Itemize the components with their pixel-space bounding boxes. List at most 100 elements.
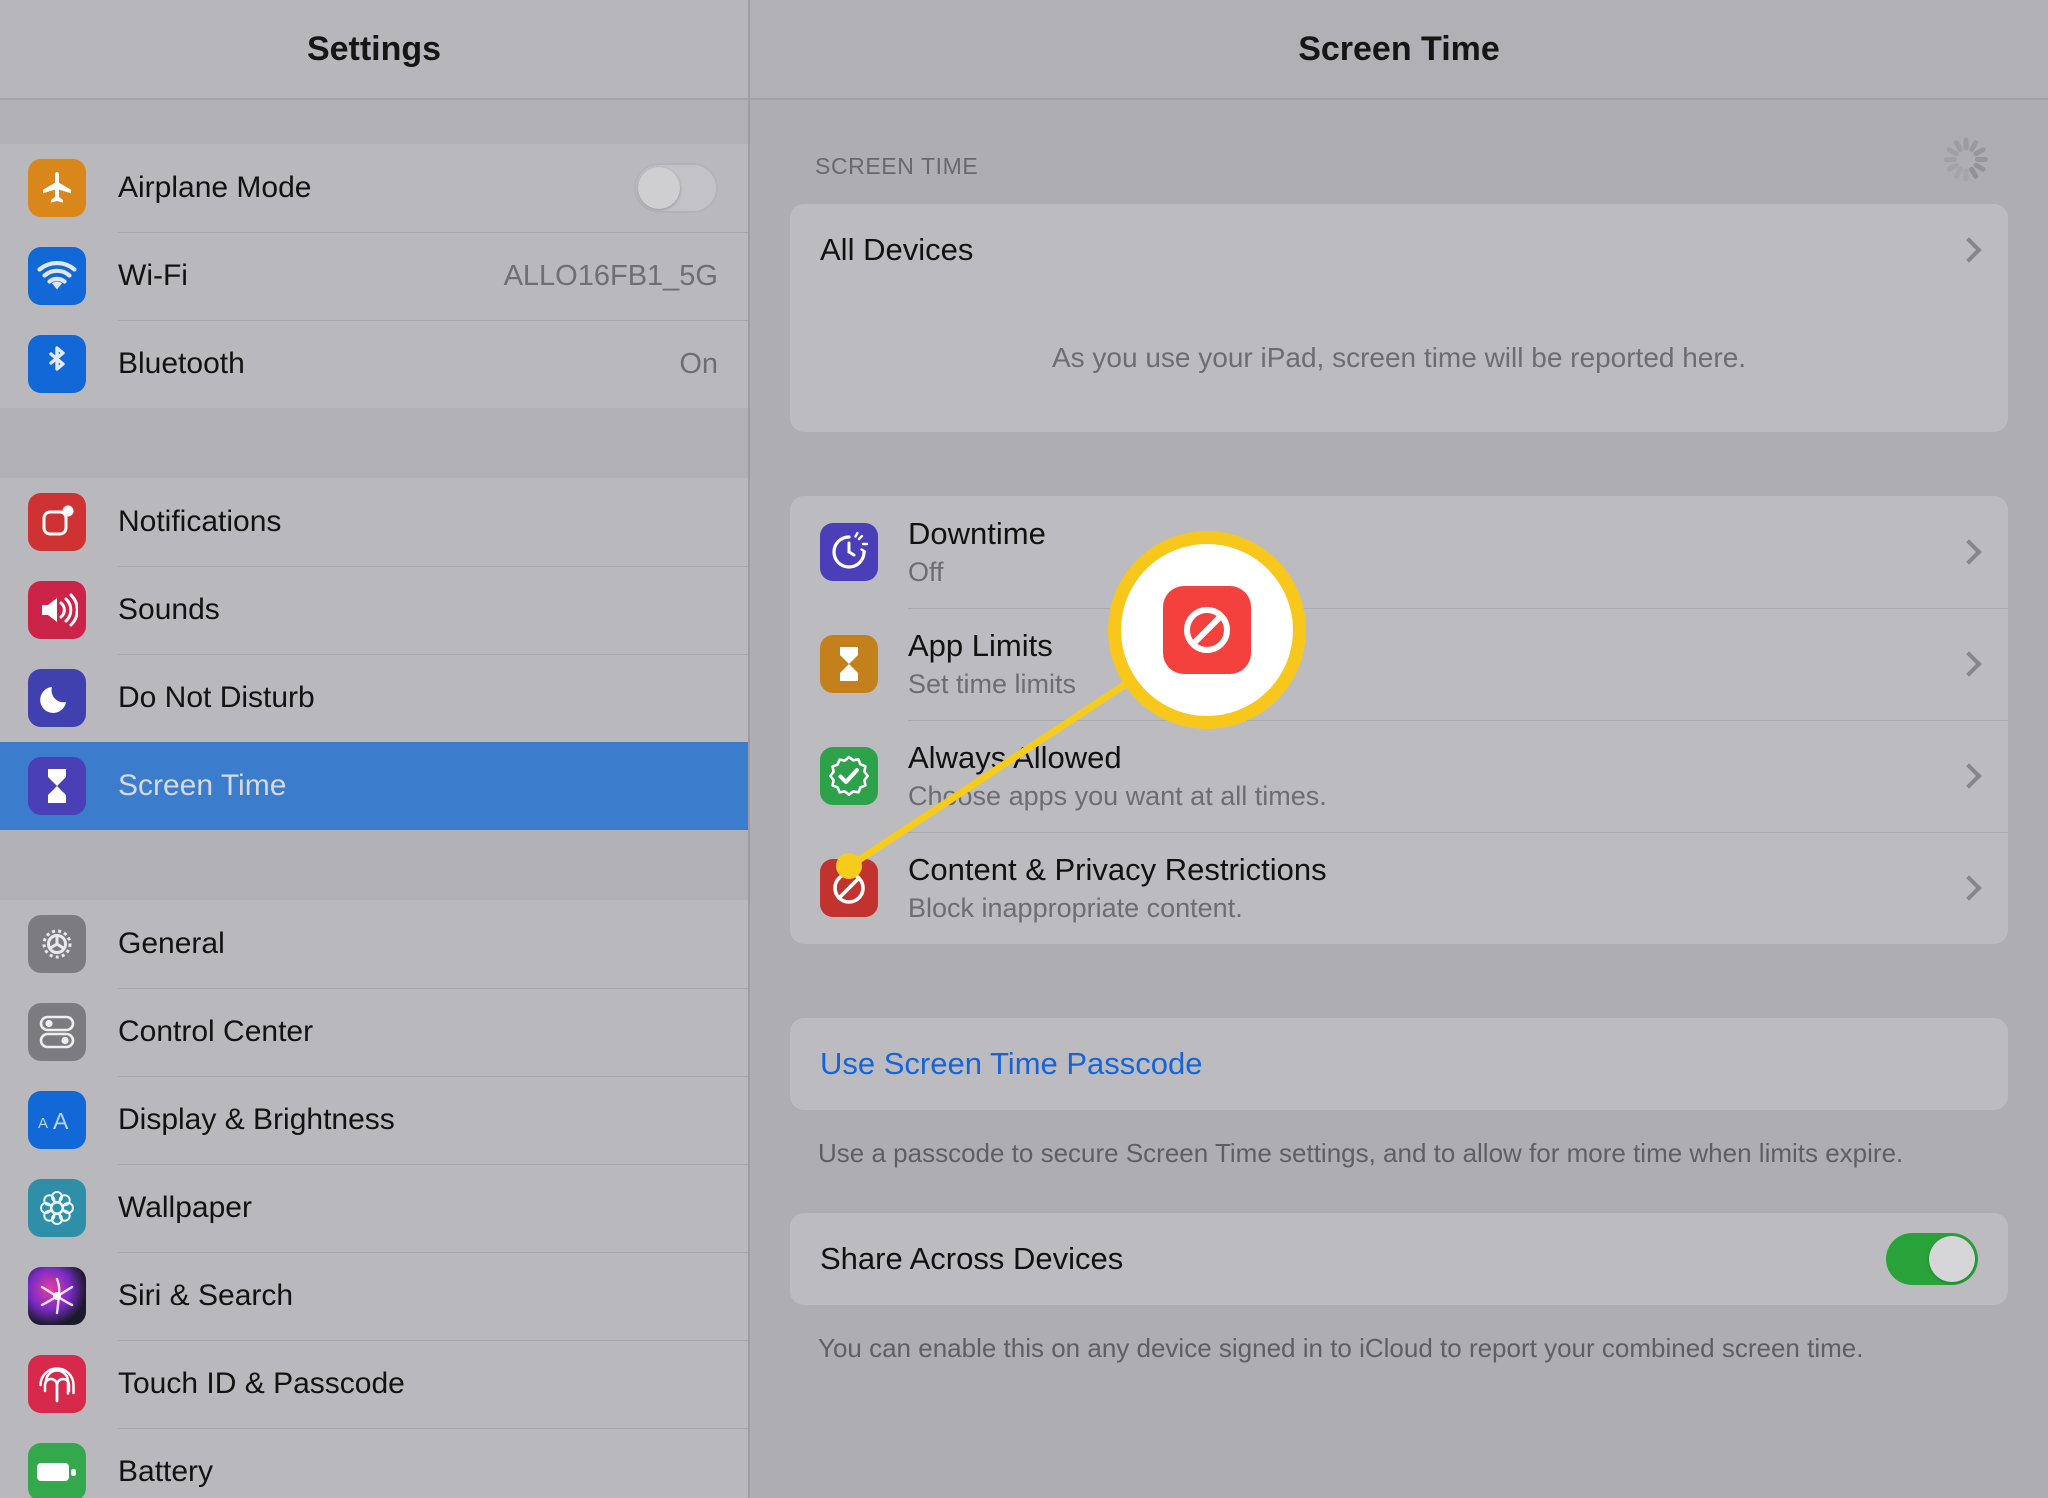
sidebar-item-label: Bluetooth — [118, 347, 245, 380]
share-across-devices-row[interactable]: Share Across Devices — [790, 1213, 2008, 1305]
spinner-spoke — [1963, 137, 1969, 151]
chevron-right-icon — [1956, 763, 1982, 789]
sidebar-item-wi-fi[interactable]: Wi-Fi ALLO16FB1_5G — [0, 232, 748, 320]
gear-icon — [28, 915, 86, 973]
feature-text: Always Allowed Choose apps you want at al… — [908, 740, 1327, 812]
feature-text: Downtime Off — [908, 516, 1046, 588]
spacer-passcode — [790, 944, 2008, 1018]
sidebar-item-general[interactable]: General — [0, 900, 748, 988]
chevron-right-icon — [1956, 651, 1982, 677]
feature-text: Content & Privacy Restrictions Block inap… — [908, 852, 1327, 924]
chevron-right-icon — [1956, 237, 1982, 263]
feature-title: Always Allowed — [908, 740, 1122, 776]
svg-text:A: A — [53, 1108, 69, 1134]
empty-state-note: As you use your iPad, screen time will b… — [1051, 342, 1747, 373]
feature-subtitle: Off — [908, 556, 944, 587]
spinner-spoke — [1963, 168, 1969, 182]
passcode-note: Use a passcode to secure Screen Time set… — [818, 1138, 1904, 1168]
downtime-icon — [820, 523, 878, 581]
sidebar-item-label: Screen Time — [118, 769, 287, 802]
page-title: Screen Time — [1298, 29, 1500, 68]
spinner-spoke — [1975, 157, 1988, 162]
sidebar-item-label: General — [118, 927, 225, 960]
sidebar-group-0: Airplane Mode Wi-Fi ALLO16FB1_5G Bluetooth O… — [0, 144, 748, 408]
chevron-right-icon — [1956, 875, 1982, 901]
share-across-devices-label: Share Across Devices — [820, 1241, 1124, 1277]
sidebar-item-battery[interactable]: Battery — [0, 1428, 748, 1498]
siri-icon — [28, 1267, 86, 1325]
section-header-label: SCREEN TIME — [815, 152, 979, 179]
sidebar-item-label: Touch ID & Passcode — [118, 1367, 405, 1400]
main-body: SCREEN TIME All Devices As you use your … — [750, 100, 2048, 1366]
sidebar-header: Settings — [0, 0, 748, 100]
use-screen-time-passcode-row[interactable]: Use Screen Time Passcode — [790, 1018, 2008, 1110]
moon-icon — [28, 669, 86, 727]
spinner-spoke — [1944, 157, 1957, 162]
feature-row-content-privacy-restrictions[interactable]: Content & Privacy Restrictions Block inap… — [790, 832, 2008, 944]
svg-text:A: A — [38, 1115, 48, 1132]
feature-subtitle: Set time limits — [908, 668, 1077, 699]
sidebar-item-screen-time[interactable]: Screen Time — [0, 742, 748, 830]
feature-title: Content & Privacy Restrictions — [908, 852, 1327, 888]
sidebar-item-wallpaper[interactable]: Wallpaper — [0, 1164, 748, 1252]
passcode-card: Use Screen Time Passcode — [790, 1018, 2008, 1110]
settings-sidebar: Settings Airplane Mode Wi-Fi ALLO16FB1_5G B… — [0, 0, 750, 1498]
spacer-features — [790, 432, 2008, 496]
sidebar-groups: Airplane Mode Wi-Fi ALLO16FB1_5G Bluetooth O… — [0, 144, 748, 1498]
sidebar-item-do-not-disturb[interactable]: Do Not Disturb — [0, 654, 748, 742]
sidebar-item-display-brightness[interactable]: A A Display & Brightness — [0, 1076, 748, 1164]
spacer-share — [790, 1171, 2008, 1213]
toggle-knob — [1929, 1236, 1975, 1283]
screen-time-features-card: Downtime Off App Limits Set time limits Alwa… — [790, 496, 2008, 944]
wallpaper-icon — [28, 1179, 86, 1237]
all-devices-row[interactable]: All Devices — [790, 204, 2008, 296]
share-across-devices-toggle[interactable] — [1886, 1233, 1978, 1286]
sidebar-item-label: Display & Brightness — [118, 1103, 395, 1136]
sidebar-item-label: Airplane Mode — [118, 171, 312, 204]
notifications-icon — [28, 493, 86, 551]
feature-subtitle: Block inappropriate content. — [908, 892, 1243, 923]
sidebar-item-label: Wallpaper — [118, 1191, 252, 1224]
feature-row-app-limits[interactable]: App Limits Set time limits — [790, 608, 2008, 720]
feature-row-always-allowed[interactable]: Always Allowed Choose apps you want at al… — [790, 720, 2008, 832]
sidebar-item-label: Battery — [118, 1455, 214, 1488]
sidebar-item-touch-id-passcode[interactable]: Touch ID & Passcode — [0, 1340, 748, 1428]
sidebar-item-label: Siri & Search — [118, 1279, 294, 1312]
share-across-devices-card: Share Across Devices — [790, 1213, 2008, 1306]
fingerprint-icon — [28, 1355, 86, 1413]
app-limits-icon — [820, 635, 878, 693]
feature-row-downtime[interactable]: Downtime Off — [790, 496, 2008, 608]
all-devices-card: All Devices As you use your iPad, screen… — [790, 204, 2008, 432]
sidebar-item-control-center[interactable]: Control Center — [0, 988, 748, 1076]
sidebar-title: Settings — [306, 29, 442, 68]
sidebar-group-2: General Control Center A A Display & Brightn… — [0, 900, 748, 1498]
sidebar-group-separator — [0, 408, 748, 478]
airplane-mode-toggle[interactable] — [634, 163, 718, 213]
sounds-icon — [28, 581, 86, 639]
sidebar-item-bluetooth[interactable]: Bluetooth On — [0, 320, 748, 408]
sidebar-item-airplane-mode[interactable]: Airplane Mode — [0, 144, 748, 232]
toggle-knob — [638, 167, 680, 209]
control-center-icon — [28, 1003, 86, 1061]
loading-spinner-icon — [1942, 137, 1990, 190]
sidebar-item-sounds[interactable]: Sounds — [0, 566, 748, 654]
sidebar-item-notifications[interactable]: Notifications — [0, 478, 748, 566]
battery-icon — [28, 1443, 86, 1498]
screen-time-pane: Screen Time SCREEN TIME All Devices As y… — [750, 0, 2048, 1498]
feature-title: App Limits — [908, 628, 1053, 664]
sidebar-item-label: Do Not Disturb — [118, 681, 315, 714]
all-devices-label: All Devices — [820, 232, 974, 267]
sidebar-group-1: Notifications Sounds Do Not Disturb Screen … — [0, 478, 748, 830]
content-restrictions-icon — [820, 859, 878, 917]
sidebar-item-siri-search[interactable]: Siri & Search — [0, 1252, 748, 1340]
feature-subtitle: Choose apps you want at all times. — [908, 780, 1327, 811]
wifi-icon — [28, 247, 86, 305]
feature-text: App Limits Set time limits — [908, 628, 1076, 700]
sidebar-item-value: On — [679, 347, 718, 380]
use-screen-time-passcode-label: Use Screen Time Passcode — [820, 1046, 1203, 1081]
sidebar-item-label: Wi-Fi — [118, 259, 188, 292]
ipad-settings-screen: Settings Airplane Mode Wi-Fi ALLO16FB1_5G B… — [0, 0, 2048, 1498]
feature-title: Downtime — [908, 516, 1046, 552]
sidebar-item-label: Control Center — [118, 1015, 314, 1048]
screen-time-section-header: SCREEN TIME — [790, 100, 2008, 204]
